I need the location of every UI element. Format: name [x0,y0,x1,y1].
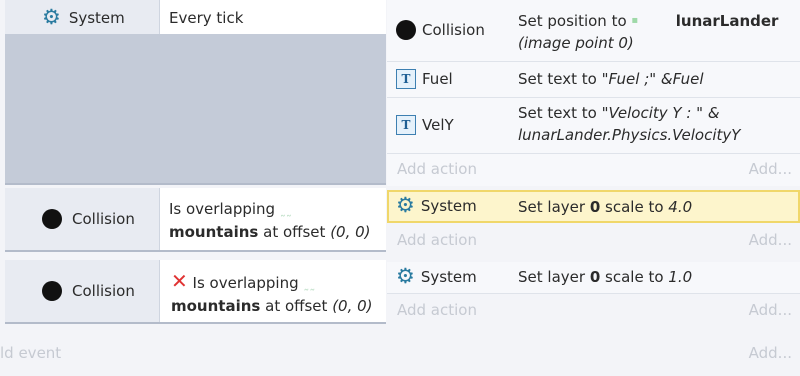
event3-action-text[interactable]: Set layer 0 scale to 1.0 [518,266,692,288]
event1-add-short[interactable]: Add... [700,160,792,178]
squiggle-icon: ˷˷ [279,203,292,217]
event2-add-action[interactable]: Add action [397,231,477,249]
event2-object-label: Collision [72,210,135,228]
event2-object[interactable]: Collision [5,188,160,250]
event2-action-prefix: Set layer [518,198,586,216]
event1-action2-object[interactable]: T Fuel [396,69,453,89]
event1-action2-text[interactable]: Set text to "Fuel ;" &Fuel [518,68,704,90]
event2-action-text[interactable]: Set layer 0 scale to 4.0 [518,196,692,218]
gear-icon: ⚙ [396,264,415,288]
event3-object-label: Collision [72,282,135,300]
position-marker-icon: ▪ [631,15,639,26]
invert-cross-icon[interactable]: ✕ [171,269,188,293]
add-event-link[interactable]: ld event [0,344,61,362]
event3-add-action[interactable]: Add action [397,301,477,319]
event3-target: mountains [171,297,261,315]
event1-object-label: System [68,8,125,27]
event3-object[interactable]: Collision [5,260,160,322]
event1-action2-value: "Fuel ;" &Fuel [601,70,704,88]
collision-circle-icon [42,209,62,229]
event1-action1-target: lunarLander [675,12,779,30]
event1-action3-value2: lunarLander.Physics.VelocityY [518,126,741,144]
event1-action1-detail: (image point 0) [518,34,634,52]
event2-offset: (0, 0) [330,223,371,241]
event1-action1-text[interactable]: Set position to ▪ lunarLander (image poi… [518,10,796,54]
event1-action3-text[interactable]: Set text to "Velocity Y : " & lunarLande… [518,102,740,146]
event1-add-action[interactable]: Add action [397,160,477,178]
event1-action1-prefix: Set position to [518,12,627,30]
event3-layer: 0 [589,268,601,286]
footer-add-short[interactable]: Add... [700,344,792,362]
event3-scale: 1.0 [668,268,693,286]
event1-action1-object[interactable]: Collision [396,20,485,40]
event3-offset: (0, 0) [332,297,373,315]
event1-action2-object-label: Fuel [422,70,453,88]
gear-icon: ⚙ [42,5,61,29]
event1-condition-label: Every tick [169,9,244,27]
event2-cond-line1: Is overlapping [169,200,276,218]
event2-add-short[interactable]: Add... [700,231,792,249]
event3-action-prefix: Set layer [518,268,586,286]
event1-action3-object[interactable]: T VelY [396,115,454,135]
event1-action2-prefix: Set text to [518,70,597,88]
event3-action-object-label: System [420,267,477,286]
event2-action-object[interactable]: ⚙ System [396,195,477,216]
squiggle-icon: ˷˷ [303,277,316,291]
collision-circle-icon [42,281,62,301]
event2-target: mountains [169,223,259,241]
event3-action-mid: scale to [605,268,664,286]
event1-action1-object-label: Collision [422,21,485,39]
event2-cond-mid: at offset [263,223,326,241]
event3-add-short[interactable]: Add... [700,301,792,319]
event2-layer: 0 [589,198,601,216]
event1-action3-prefix: Set text to [518,104,597,122]
event3-condition[interactable]: ✕ Is overlapping ˷˷ mountains at offset … [160,260,386,322]
event3-action-object[interactable]: ⚙ System [396,266,477,287]
text-object-icon: T [396,69,416,89]
collision-circle-icon [396,20,416,40]
event2-action-mid: scale to [605,198,664,216]
event2-scale: 4.0 [668,198,693,216]
event1-condition[interactable]: Every tick [160,0,386,34]
event3-cond-mid: at offset [265,297,328,315]
event1-action3-object-label: VelY [422,116,454,134]
event1-action3-value: "Velocity Y : " & [601,104,720,122]
event2-condition[interactable]: Is overlapping ˷˷ mountains at offset (0… [160,188,386,250]
event1-object[interactable]: ⚙ System [42,7,125,28]
gear-icon: ⚙ [396,193,415,217]
event3-cond-line1: Is overlapping [192,274,299,292]
event2-action-object-label: System [420,196,477,215]
text-object-icon: T [396,115,416,135]
